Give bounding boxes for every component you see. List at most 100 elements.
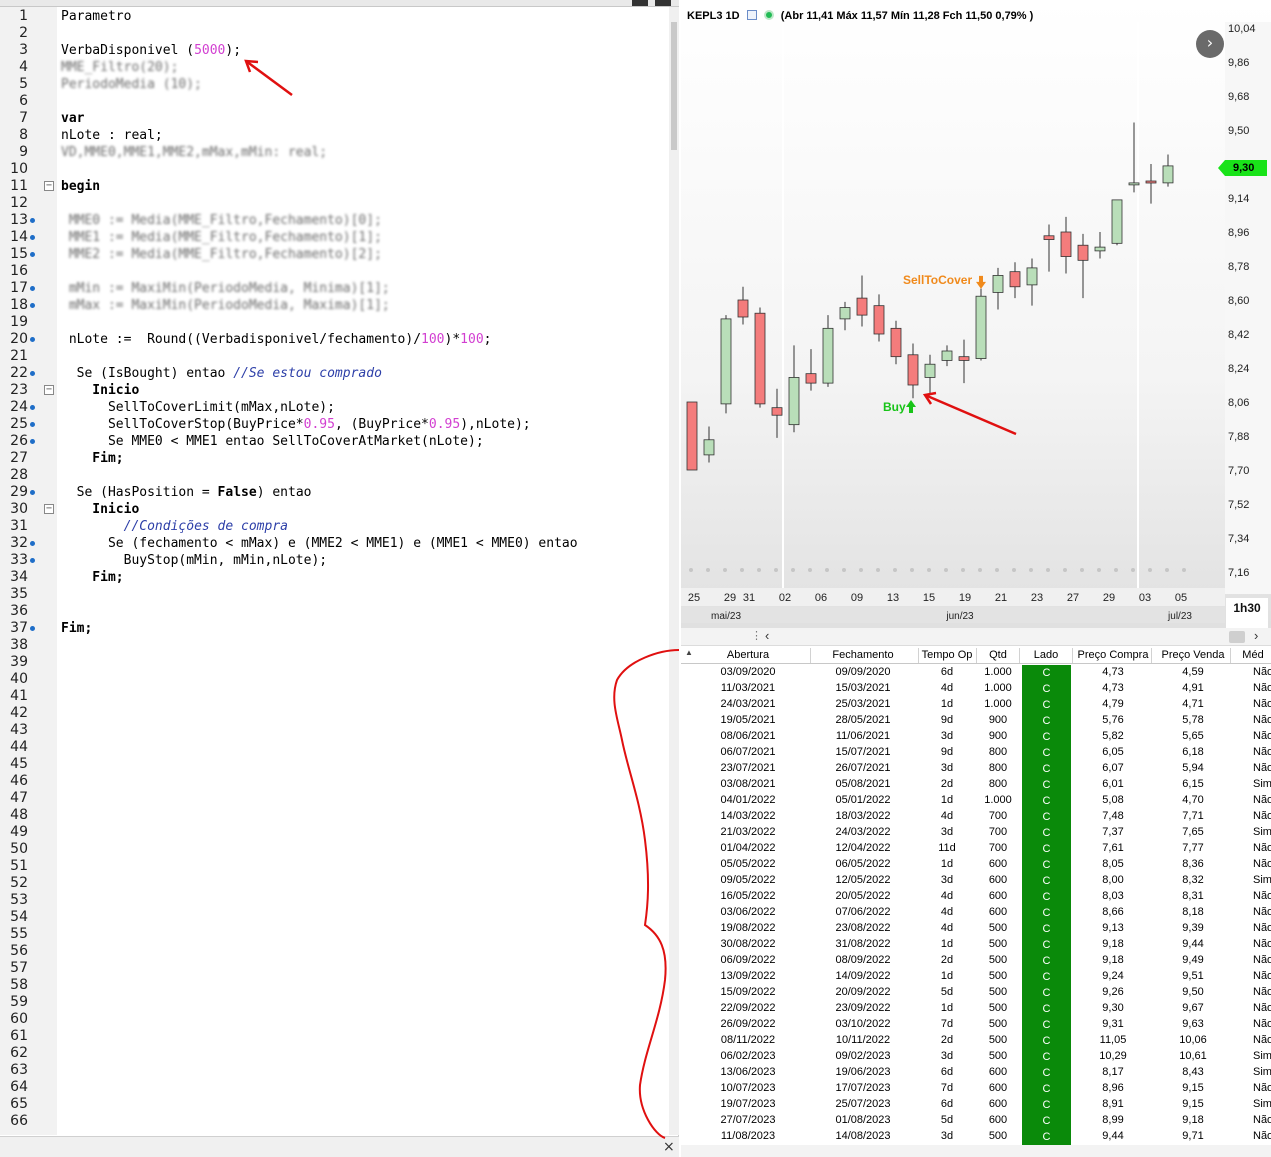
candle[interactable] [1094,232,1106,259]
breakpoint-marker[interactable] [30,371,35,376]
candle[interactable] [958,339,970,384]
candle[interactable] [754,307,766,408]
candle[interactable] [1026,258,1038,306]
code-line[interactable]: SellToCoverLimit(mMax,nLote); [61,399,335,416]
timeframe-label[interactable]: 1h30 [1226,598,1268,628]
code-line[interactable]: MME1 := Media(MME_Filtro,Fechamento)[1]; [61,229,382,246]
code-line[interactable]: Inicio [61,501,139,518]
table-row[interactable]: 06/07/2021 15/07/2021 9d 800 C 6,05 6,18 Não [681,745,1271,761]
table-row[interactable]: 24/03/2021 25/03/2021 1d 1.000 C 4,79 4,71 Não [681,697,1271,713]
candle[interactable] [686,401,698,471]
candle[interactable] [1077,233,1089,299]
close-icon[interactable]: × [663,1139,675,1155]
scroll-right-icon[interactable]: › [1254,628,1258,643]
column-header[interactable]: Tempo Op [921,649,973,661]
code-editor-panel[interactable]: 1 2 3 4 5 6 7 8 9 10 11−12 13 14 15 16 17 18 19 20 21 22 23−2… [0,0,679,1157]
table-row[interactable]: 08/11/2022 10/11/2022 2d 500 C 11,05 10,06 Não [681,1033,1271,1049]
code-line[interactable]: Fim; [61,450,123,467]
column-header[interactable]: Preço Venda [1154,649,1232,661]
candle[interactable] [805,349,817,391]
code-line[interactable]: Parametro [61,8,131,25]
fold-toggle-icon[interactable]: − [44,504,54,514]
candle[interactable] [873,294,885,342]
candle[interactable] [1009,262,1021,299]
table-row[interactable]: 13/06/2023 19/06/2023 6d 600 C 8,17 8,43 Sim [681,1065,1271,1081]
column-separator[interactable] [1230,648,1231,663]
column-header[interactable]: Preço Compra [1075,649,1151,661]
code-line[interactable]: Se (fechamento < mMax) e (MME2 < MME1) e… [61,535,578,552]
column-separator[interactable] [1019,648,1020,663]
breakpoint-marker[interactable] [30,490,35,495]
table-row[interactable]: 30/08/2022 31/08/2022 1d 500 C 9,18 9,44 Não [681,937,1271,953]
table-row[interactable]: 08/06/2021 11/06/2021 3d 900 C 5,82 5,65 Não [681,729,1271,745]
breakpoint-marker[interactable] [30,235,35,240]
breakpoint-marker[interactable] [30,626,35,631]
column-separator[interactable] [1072,648,1073,663]
trade-list-table[interactable]: ⋮ ‹ › ▲ Abertura Fechamento Tempo Op Qtd Lad… [681,628,1271,1157]
table-row[interactable]: 16/05/2022 20/05/2022 4d 600 C 8,03 8,31 Não [681,889,1271,905]
candle[interactable] [975,288,987,361]
table-row[interactable]: 19/07/2023 25/07/2023 6d 600 C 8,91 9,15 Sim [681,1097,1271,1113]
table-row[interactable]: 13/09/2022 14/09/2022 1d 500 C 9,24 9,51 Não [681,969,1271,985]
candle[interactable] [737,286,749,325]
table-row[interactable]: 03/08/2021 05/08/2021 2d 800 C 6,01 6,15 Sim [681,777,1271,793]
editor-scrollbar-thumb[interactable] [671,22,677,150]
fold-toggle-icon[interactable]: − [44,385,54,395]
table-row[interactable]: 21/03/2022 24/03/2022 3d 700 C 7,37 7,65 Sim [681,825,1271,841]
breakpoint-marker[interactable] [30,303,35,308]
editor-vertical-scrollbar[interactable] [669,7,679,1135]
table-row[interactable]: 04/01/2022 05/01/2022 1d 1.000 C 5,08 4,70 Não [681,793,1271,809]
close-window-button[interactable] [655,0,671,6]
table-row[interactable]: 19/05/2021 28/05/2021 9d 900 C 5,76 5,78 Não [681,713,1271,729]
candle[interactable] [992,267,1004,310]
table-row[interactable]: 09/05/2022 12/05/2022 3d 600 C 8,00 8,32 Sim [681,873,1271,889]
column-header[interactable]: Qtd [979,649,1017,661]
code-line[interactable]: var [61,110,84,127]
breakpoint-marker[interactable] [30,218,35,223]
candle[interactable] [1043,224,1055,272]
table-row[interactable]: 26/09/2022 03/10/2022 7d 500 C 9,31 9,63 Não [681,1017,1271,1033]
column-header[interactable]: Abertura [693,649,803,661]
code-line[interactable]: begin [61,178,100,195]
scroll-thumb[interactable] [1229,631,1245,643]
code-line[interactable]: PeriodoMedia (10); [61,76,202,93]
breakpoint-marker[interactable] [30,541,35,546]
column-separator[interactable] [976,648,977,663]
table-row[interactable]: 19/08/2022 23/08/2022 4d 500 C 9,13 9,39 Não [681,921,1271,937]
column-separator[interactable] [1151,648,1152,663]
column-separator[interactable] [810,648,811,663]
code-line[interactable]: Inicio [61,382,139,399]
breakpoint-marker[interactable] [30,422,35,427]
code-line[interactable]: MME_Filtro(20); [61,59,178,76]
splitter-grip-icon[interactable]: ⋮ [751,629,762,642]
table-row[interactable]: 15/09/2022 20/09/2022 5d 500 C 9,26 9,50 Não [681,985,1271,1001]
code-line[interactable]: VD,MME0,MME1,MME2,mMax,mMin: real; [61,144,327,161]
candle[interactable] [941,345,953,367]
table-row[interactable]: 01/04/2022 12/04/2022 11d 700 C 7,61 7,77 Não [681,841,1271,857]
code-line[interactable]: nLote : real; [61,127,163,144]
candle[interactable] [890,320,902,365]
table-row[interactable]: 10/07/2023 17/07/2023 7d 600 C 8,96 9,15 Não [681,1081,1271,1097]
table-row[interactable]: 27/07/2023 01/08/2023 5d 600 C 8,99 9,18 Não [681,1113,1271,1129]
code-line[interactable]: mMax := MaxiMin(PeriodoMedia, Maxima)[1]… [61,297,390,314]
chart-settings-icon[interactable] [746,10,757,20]
candle[interactable] [907,343,919,399]
table-row[interactable]: 05/05/2022 06/05/2022 1d 600 C 8,05 8,36 Não [681,857,1271,873]
column-header[interactable]: Lado [1022,649,1070,661]
breakpoint-marker[interactable] [30,405,35,410]
candle[interactable] [839,301,851,331]
candle[interactable] [703,426,715,463]
chart-forward-button[interactable]: › [1196,30,1224,58]
scroll-left-icon[interactable]: ‹ [765,628,769,643]
code-line[interactable]: VerbaDisponivel (5000); [61,42,241,59]
breakpoint-marker[interactable] [30,286,35,291]
breakpoint-marker[interactable] [30,558,35,563]
code-line[interactable]: MME2 := Media(MME_Filtro,Fechamento)[2]; [61,246,382,263]
breakpoint-marker[interactable] [30,252,35,257]
table-row[interactable]: 06/09/2022 08/09/2022 2d 500 C 9,18 9,49 Não [681,953,1271,969]
candle[interactable] [771,388,783,438]
candle[interactable] [1111,199,1123,246]
code-line[interactable]: SellToCoverStop(BuyPrice*0.95, (BuyPrice… [61,416,531,433]
table-row[interactable]: 06/02/2023 09/02/2023 3d 500 C 10,29 10,61 Sim [681,1049,1271,1065]
candle[interactable] [788,345,800,433]
